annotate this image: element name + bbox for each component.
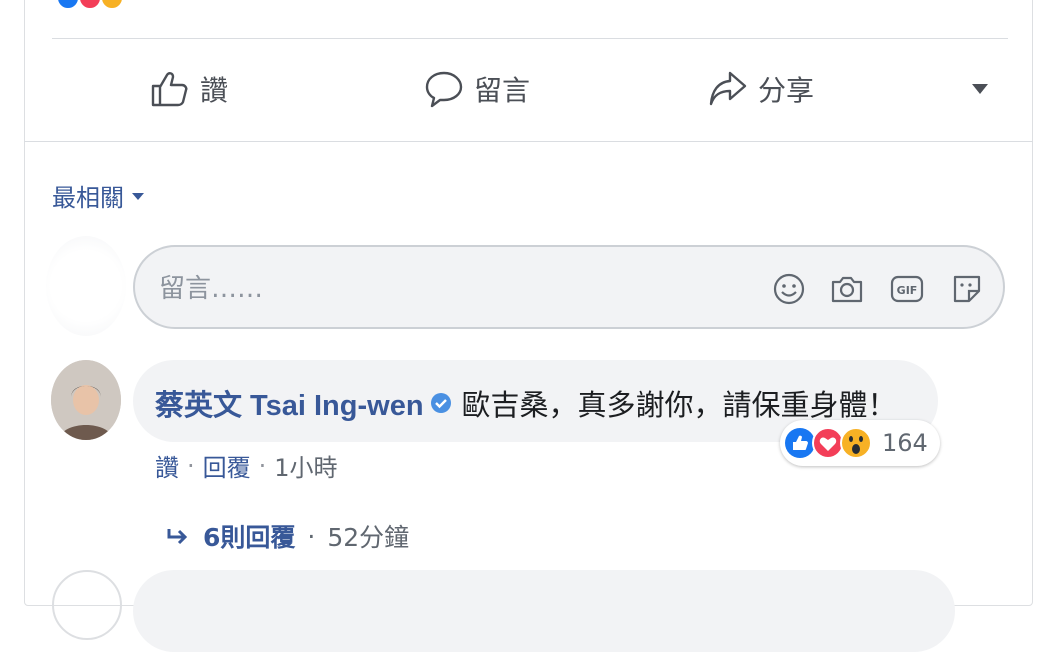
share-button-label: 分享 bbox=[758, 74, 815, 107]
replies-timestamp: 52分鐘 bbox=[327, 523, 410, 552]
like-button[interactable]: 讚 bbox=[150, 64, 228, 114]
comment-reactions[interactable]: 164 bbox=[780, 420, 940, 466]
comment-like-link[interactable]: 讚 bbox=[155, 448, 179, 483]
comment-button-label: 留言 bbox=[474, 74, 531, 107]
like-button-label: 讚 bbox=[200, 74, 229, 107]
svg-text:GIF: GIF bbox=[897, 284, 918, 297]
replies-count-label[interactable]: 6則回覆 bbox=[203, 518, 295, 554]
divider bbox=[24, 141, 1033, 142]
share-button[interactable]: 分享 bbox=[708, 64, 814, 114]
user-photo bbox=[51, 360, 121, 440]
speech-bubble-icon bbox=[425, 71, 463, 108]
own-avatar bbox=[46, 236, 126, 336]
share-arrow-icon bbox=[709, 71, 747, 106]
emoji-icon[interactable] bbox=[771, 271, 807, 307]
avatar[interactable] bbox=[51, 360, 121, 440]
wow-reaction-icon bbox=[840, 427, 872, 459]
comment-reply-link[interactable]: 回覆 bbox=[203, 448, 251, 483]
chevron-down-icon bbox=[132, 193, 144, 200]
sort-label: 最相關 bbox=[52, 184, 124, 212]
comment-sort-dropdown[interactable]: 最相關 bbox=[52, 178, 144, 213]
thumbs-up-icon bbox=[151, 72, 188, 107]
reaction-count: 164 bbox=[882, 429, 928, 457]
comment-timestamp[interactable]: 1小時 bbox=[274, 448, 337, 483]
verified-badge-icon bbox=[430, 393, 451, 413]
separator-dot: · bbox=[258, 451, 267, 480]
comment-composer[interactable]: GIF bbox=[133, 245, 1005, 329]
comment-button[interactable]: 留言 bbox=[424, 64, 530, 114]
camera-icon[interactable] bbox=[829, 271, 865, 307]
view-replies-link[interactable]: 6則回覆 · 52分鐘 bbox=[165, 518, 409, 554]
separator-dot: · bbox=[307, 521, 316, 551]
audience-dropdown-caret-icon[interactable] bbox=[972, 84, 988, 94]
next-comment-avatar[interactable] bbox=[52, 570, 122, 640]
sticker-icon[interactable] bbox=[949, 271, 985, 307]
reply-arrow-icon bbox=[167, 529, 188, 545]
divider bbox=[52, 38, 1008, 39]
comment-text: 歐吉桑，真多謝你，請保重身體！ bbox=[461, 388, 897, 422]
comment-input[interactable] bbox=[157, 269, 721, 309]
next-comment-bubble bbox=[133, 570, 955, 652]
separator-dot: · bbox=[187, 451, 195, 480]
comment-author[interactable]: 蔡英文 Tsai Ing-wen bbox=[155, 382, 424, 424]
comment-meta: 讚 · 回覆 · 1小時 bbox=[155, 448, 338, 483]
gif-icon[interactable]: GIF bbox=[889, 271, 925, 307]
post-action-bar: 讚 留言 分享 bbox=[52, 40, 1008, 140]
reactions-summary-row[interactable] bbox=[52, 0, 1012, 10]
